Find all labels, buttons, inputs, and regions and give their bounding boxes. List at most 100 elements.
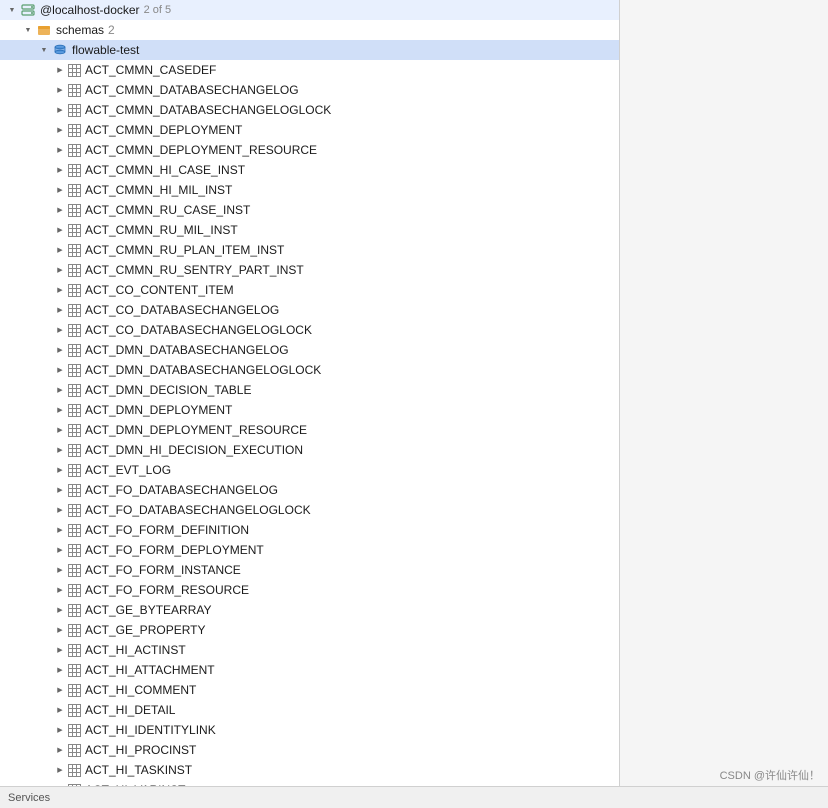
table-row[interactable]: ACT_CMMN_DATABASECHANGELOGLOCK xyxy=(0,100,619,120)
table-icon xyxy=(68,104,81,117)
table-name: ACT_DMN_DATABASECHANGELOG xyxy=(85,340,289,360)
table-arrow[interactable] xyxy=(52,662,68,678)
table-arrow[interactable] xyxy=(52,202,68,218)
table-row[interactable]: ACT_DMN_DECISION_TABLE xyxy=(0,380,619,400)
table-arrow[interactable] xyxy=(52,242,68,258)
table-arrow[interactable] xyxy=(52,722,68,738)
table-icon xyxy=(68,484,81,497)
table-arrow[interactable] xyxy=(52,362,68,378)
table-arrow[interactable] xyxy=(52,562,68,578)
table-arrow[interactable] xyxy=(52,502,68,518)
table-arrow[interactable] xyxy=(52,482,68,498)
table-arrow[interactable] xyxy=(52,602,68,618)
bottom-bar: Services xyxy=(0,786,828,808)
table-arrow[interactable] xyxy=(52,262,68,278)
table-arrow[interactable] xyxy=(52,102,68,118)
table-name: ACT_CO_DATABASECHANGELOG xyxy=(85,300,279,320)
table-arrow[interactable] xyxy=(52,582,68,598)
table-icon xyxy=(68,624,81,637)
table-row[interactable]: ACT_CO_DATABASECHANGELOG xyxy=(0,300,619,320)
table-row[interactable]: ACT_FO_FORM_DEFINITION xyxy=(0,520,619,540)
table-row[interactable]: ACT_HI_PROCINST xyxy=(0,740,619,760)
table-name: ACT_GE_BYTEARRAY xyxy=(85,600,211,620)
table-arrow[interactable] xyxy=(52,542,68,558)
table-name: ACT_DMN_DEPLOYMENT xyxy=(85,400,232,420)
table-row[interactable]: ACT_EVT_LOG xyxy=(0,460,619,480)
table-arrow[interactable] xyxy=(52,142,68,158)
table-row[interactable]: ACT_DMN_DATABASECHANGELOG xyxy=(0,340,619,360)
table-arrow[interactable] xyxy=(52,222,68,238)
schemas-node[interactable]: schemas 2 xyxy=(0,20,619,40)
table-row[interactable]: ACT_HI_ACTINST xyxy=(0,640,619,660)
table-row[interactable]: ACT_CO_CONTENT_ITEM xyxy=(0,280,619,300)
table-name: ACT_HI_TASKINST xyxy=(85,760,192,780)
table-row[interactable]: ACT_CMMN_RU_MIL_INST xyxy=(0,220,619,240)
table-row[interactable]: ACT_CMMN_DATABASECHANGELOG xyxy=(0,80,619,100)
table-row[interactable]: ACT_CO_DATABASECHANGELOGLOCK xyxy=(0,320,619,340)
table-row[interactable]: ACT_GE_BYTEARRAY xyxy=(0,600,619,620)
table-row[interactable]: ACT_CMMN_HI_CASE_INST xyxy=(0,160,619,180)
table-icon xyxy=(68,124,81,137)
table-arrow[interactable] xyxy=(52,462,68,478)
services-label[interactable]: Services xyxy=(8,792,50,804)
table-row[interactable]: ACT_CMMN_DEPLOYMENT xyxy=(0,120,619,140)
database-node[interactable]: flowable-test xyxy=(0,40,619,60)
server-root[interactable]: @localhost-docker 2 of 5 xyxy=(0,0,619,20)
table-row[interactable]: ACT_CMMN_RU_PLAN_ITEM_INST xyxy=(0,240,619,260)
table-row[interactable]: ACT_HI_ATTACHMENT xyxy=(0,660,619,680)
table-arrow[interactable] xyxy=(52,522,68,538)
table-arrow[interactable] xyxy=(52,402,68,418)
table-row[interactable]: ACT_CMMN_RU_SENTRY_PART_INST xyxy=(0,260,619,280)
database-arrow[interactable] xyxy=(36,42,52,58)
table-arrow[interactable] xyxy=(52,62,68,78)
table-row[interactable]: ACT_DMN_DEPLOYMENT xyxy=(0,400,619,420)
table-name: ACT_DMN_DECISION_TABLE xyxy=(85,380,251,400)
table-arrow[interactable] xyxy=(52,342,68,358)
table-arrow[interactable] xyxy=(52,442,68,458)
table-arrow[interactable] xyxy=(52,422,68,438)
table-name: ACT_CO_DATABASECHANGELOGLOCK xyxy=(85,320,312,340)
table-arrow[interactable] xyxy=(52,282,68,298)
table-row[interactable]: ACT_FO_DATABASECHANGELOGLOCK xyxy=(0,500,619,520)
table-row[interactable]: ACT_CMMN_HI_MIL_INST xyxy=(0,180,619,200)
table-row[interactable]: ACT_GE_PROPERTY xyxy=(0,620,619,640)
table-row[interactable]: ACT_FO_FORM_DEPLOYMENT xyxy=(0,540,619,560)
page-indicator: 2 of 5 xyxy=(144,0,172,20)
table-row[interactable]: ACT_CMMN_DEPLOYMENT_RESOURCE xyxy=(0,140,619,160)
schemas-icon xyxy=(36,22,52,38)
table-icon xyxy=(68,184,81,197)
table-arrow[interactable] xyxy=(52,742,68,758)
table-icon xyxy=(68,524,81,537)
table-arrow[interactable] xyxy=(52,122,68,138)
table-name: ACT_CMMN_HI_CASE_INST xyxy=(85,160,245,180)
table-row[interactable]: ACT_HI_COMMENT xyxy=(0,680,619,700)
table-row[interactable]: ACT_DMN_HI_DECISION_EXECUTION xyxy=(0,440,619,460)
table-row[interactable]: ACT_DMN_DATABASECHANGELOGLOCK xyxy=(0,360,619,380)
table-arrow[interactable] xyxy=(52,162,68,178)
table-row[interactable]: ACT_FO_FORM_INSTANCE xyxy=(0,560,619,580)
table-arrow[interactable] xyxy=(52,622,68,638)
table-icon xyxy=(68,724,81,737)
table-arrow[interactable] xyxy=(52,182,68,198)
table-row[interactable]: ACT_HI_DETAIL xyxy=(0,700,619,720)
table-arrow[interactable] xyxy=(52,302,68,318)
table-arrow[interactable] xyxy=(52,82,68,98)
table-row[interactable]: ACT_CMMN_RU_CASE_INST xyxy=(0,200,619,220)
table-arrow[interactable] xyxy=(52,382,68,398)
schemas-arrow[interactable] xyxy=(20,22,36,38)
table-row[interactable]: ACT_CMMN_CASEDEF xyxy=(0,60,619,80)
table-row[interactable]: ACT_DMN_DEPLOYMENT_RESOURCE xyxy=(0,420,619,440)
table-row[interactable]: ACT_HI_IDENTITYLINK xyxy=(0,720,619,740)
server-arrow[interactable] xyxy=(4,2,20,18)
table-arrow[interactable] xyxy=(52,682,68,698)
table-row[interactable]: ACT_FO_DATABASECHANGELOG xyxy=(0,480,619,500)
database-label: flowable-test xyxy=(72,40,139,60)
table-row[interactable]: ACT_FO_FORM_RESOURCE xyxy=(0,580,619,600)
table-arrow[interactable] xyxy=(52,762,68,778)
table-row[interactable]: ACT_HI_TASKINST xyxy=(0,760,619,780)
table-arrow[interactable] xyxy=(52,642,68,658)
server-label: @localhost-docker xyxy=(40,0,140,20)
table-arrow[interactable] xyxy=(52,322,68,338)
tree-panel[interactable]: @localhost-docker 2 of 5 schemas 2 xyxy=(0,0,620,786)
table-arrow[interactable] xyxy=(52,702,68,718)
